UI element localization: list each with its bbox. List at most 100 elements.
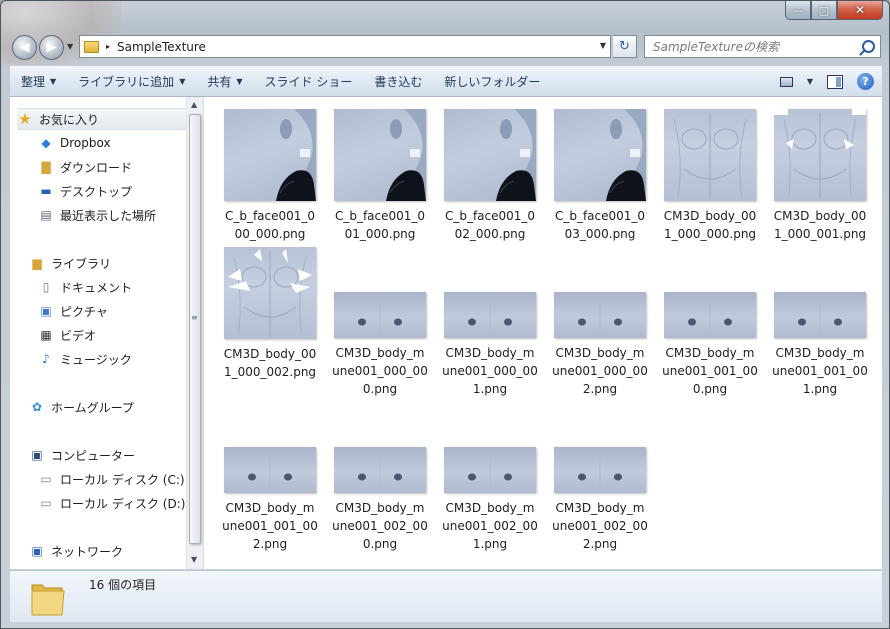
file-item[interactable]: CM3D_body_m une001_000_00 2.png [545,292,655,398]
change-view-icon[interactable] [779,76,793,87]
texture-preview [228,249,312,337]
nav-network[interactable]: ▣ ネットワーク [29,541,123,561]
image-thumbnail [664,109,756,201]
texture-preview [673,113,747,199]
minimize-button[interactable]: — [785,1,811,20]
breadcrumb-folder[interactable]: SampleTexture [117,40,206,54]
share-button[interactable]: 共有 ▼ [196,66,253,97]
file-item[interactable]: CM3D_body_00 1_000_000.png [655,109,765,243]
nav-downloads[interactable]: ▇ ダウンロード [38,157,132,177]
details-pane: 16 個の項目 [10,570,882,622]
image-thumbnail [444,292,536,338]
refresh-icon: ↻ [619,39,630,54]
texture-preview [276,109,316,201]
file-list: C_b_face001_0 00_000.png C_b_face001_0 01… [204,97,882,569]
nav-label: ホームグループ [51,400,134,415]
nav-label: ライブラリ [51,256,112,271]
burn-button[interactable]: 書き込む [363,66,433,97]
address-bar[interactable]: ▸ SampleTexture ▼ [79,35,611,58]
nav-homegroup[interactable]: ✿ ホームグループ [29,397,134,417]
help-icon[interactable]: ? [857,73,874,90]
texture-preview [386,109,426,201]
texture-preview [358,296,402,336]
view-options-chevron-icon[interactable]: ▼ [807,77,813,86]
image-thumbnail [444,109,536,201]
nav-libraries[interactable]: ▆ ライブラリ [29,253,111,273]
texture-preview [248,451,292,491]
texture-preview [798,296,842,336]
nav-videos[interactable]: ▦ ビデオ [38,325,96,345]
nav-recent-places[interactable]: ▤ 最近表示した場所 [38,205,156,225]
search-input[interactable] [651,39,855,55]
file-name: CM3D_body_m une001_002_00 1.png [442,501,538,551]
texture-preview [578,451,622,491]
file-item[interactable]: CM3D_body_m une001_001_00 2.png [215,447,325,553]
breadcrumb-separator[interactable]: ▸ [106,42,110,51]
preview-pane-icon[interactable] [827,74,843,89]
scroll-down-icon[interactable]: ▼ [191,555,197,564]
recent-places-icon: ▤ [40,208,52,222]
close-button[interactable]: ✕ [837,1,883,20]
image-thumbnail [774,109,866,201]
scrollbar-thumb[interactable] [189,114,201,544]
new-folder-button[interactable]: 新しいフォルダー [433,66,551,97]
maximize-button[interactable]: □ [811,1,837,20]
nav-label: ダウンロード [60,160,133,175]
nav-favorites[interactable]: ★ お気に入り [17,108,192,130]
slideshow-button[interactable]: スライド ショー [254,66,364,97]
nav-dropbox[interactable]: ◆ Dropbox [38,133,111,153]
file-item[interactable]: CM3D_body_m une001_000_00 1.png [435,292,545,398]
file-name: CM3D_body_00 1_000_000.png [663,209,757,241]
nav-label: Dropbox [60,136,111,150]
computer-icon: ▣ [31,448,43,462]
image-thumbnail [554,447,646,493]
add-to-library-button[interactable]: ライブラリに追加 ▼ [67,66,196,97]
refresh-button[interactable]: ↻ [613,35,637,58]
scroll-up-icon[interactable]: ▲ [191,100,197,109]
texture-preview [468,451,512,491]
nav-label: ドキュメント [60,280,133,295]
file-item[interactable]: C_b_face001_0 01_000.png [325,109,435,243]
nav-computer[interactable]: ▣ コンピューター [29,445,135,465]
chevron-down-icon: ▼ [50,76,57,86]
search-box[interactable] [644,35,881,58]
file-name: CM3D_body_m une001_001_00 2.png [222,501,318,551]
file-item[interactable]: CM3D_body_m une001_001_00 1.png [765,292,875,398]
nav-pictures[interactable]: ▣ ピクチャ [38,301,108,321]
file-name: C_b_face001_0 03_000.png [554,209,646,241]
image-thumbnail [664,292,756,338]
texture-preview [578,296,622,336]
back-button[interactable]: ◀ [12,35,37,60]
file-item[interactable]: CM3D_body_m une001_002_00 1.png [435,447,545,553]
nav-documents[interactable]: ▯ ドキュメント [38,277,132,297]
item-count: 16 個の項目 [89,578,157,592]
file-item[interactable]: C_b_face001_0 02_000.png [435,109,545,243]
new-folder-label: 新しいフォルダー [444,74,541,89]
file-item[interactable]: CM3D_body_m une001_002_00 2.png [545,447,655,553]
file-item[interactable]: CM3D_body_m une001_002_00 0.png [325,447,435,553]
nav-desktop[interactable]: ▬ デスクトップ [38,181,132,201]
navigation-scrollbar[interactable]: ▲ ≡ ▼ [186,97,203,569]
star-icon: ★ [18,110,32,128]
image-thumbnail [334,109,426,201]
file-item[interactable]: CM3D_body_m une001_001_00 0.png [655,292,765,398]
nav-music[interactable]: ♪ ミュージック [38,349,132,369]
pictures-icon: ▣ [40,304,52,318]
texture-preview [774,109,866,199]
recent-pages-dropdown-icon[interactable]: ▼ [67,42,73,51]
organize-button[interactable]: 整理 ▼ [10,66,67,97]
nav-local-disk-d[interactable]: ▭ ローカル ディスク (D:) [38,493,185,513]
file-item[interactable]: CM3D_body_m une001_000_00 0.png [325,292,435,398]
minimize-icon: — [792,3,804,17]
back-arrow-icon: ◀ [19,40,30,55]
nav-local-disk-c[interactable]: ▭ ローカル ディスク (C:) [38,469,184,489]
file-name: CM3D_body_m une001_000_00 1.png [442,346,538,396]
forward-button[interactable]: ▶ [39,35,64,60]
folder-icon [31,584,65,616]
file-item[interactable]: C_b_face001_0 00_000.png [215,109,325,243]
file-item[interactable]: CM3D_body_00 1_000_001.png [765,109,875,243]
file-item[interactable]: CM3D_body_00 1_000_002.png [215,247,325,381]
search-icon[interactable] [862,40,875,53]
file-item[interactable]: C_b_face001_0 03_000.png [545,109,655,243]
address-dropdown-icon[interactable]: ▼ [600,41,606,50]
